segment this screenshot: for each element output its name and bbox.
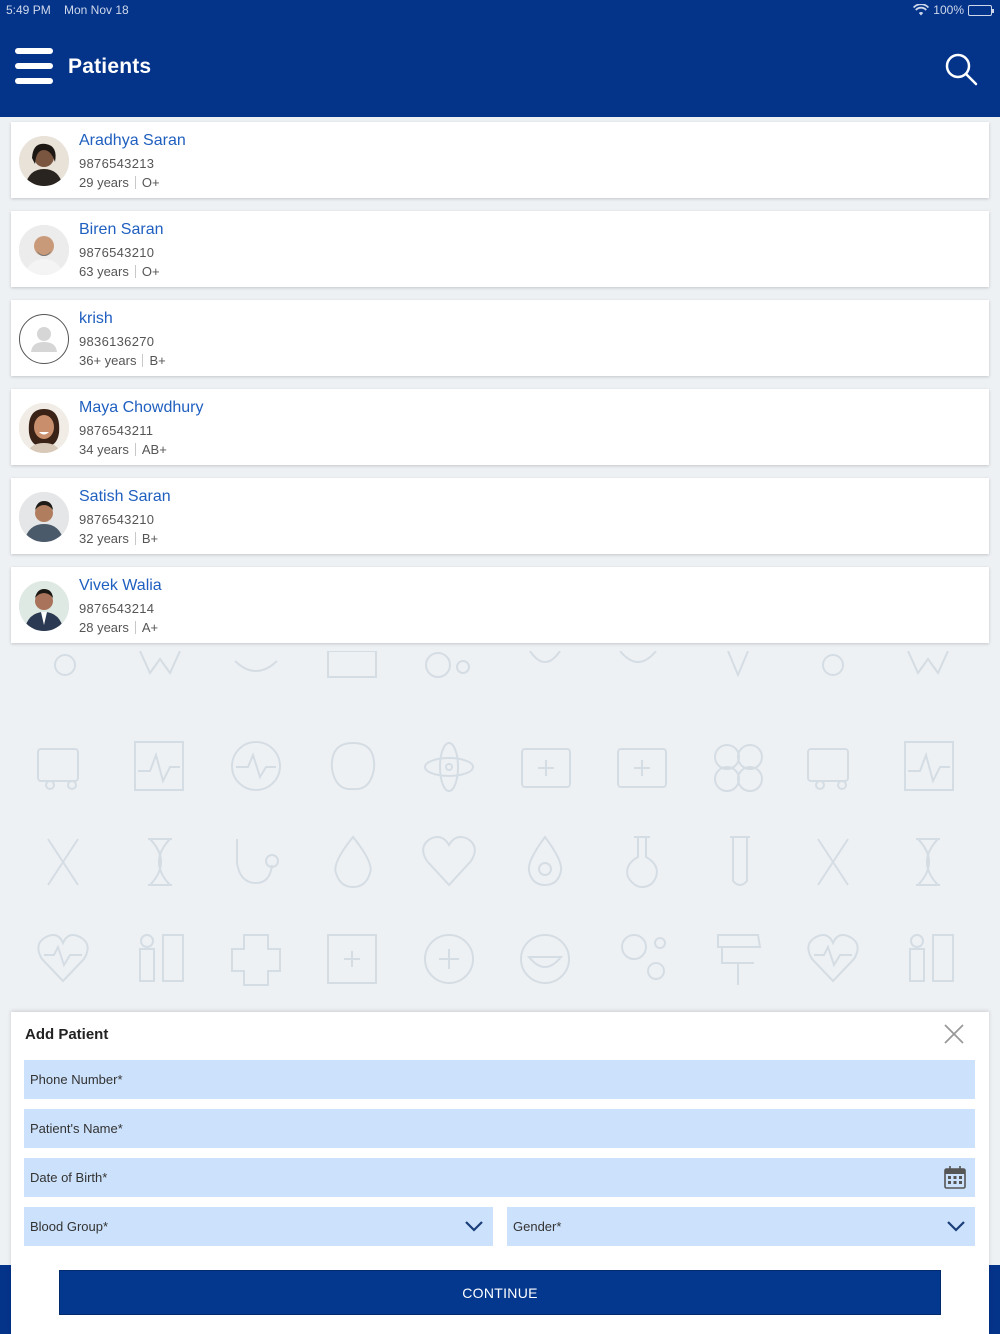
patient-age: 36+ years xyxy=(79,353,137,368)
patient-card[interactable]: Biren Saran 9876543210 63 years O+ xyxy=(11,211,989,287)
patient-age: 63 years xyxy=(79,264,129,279)
hamburger-menu-icon[interactable] xyxy=(15,48,53,86)
status-time: 5:49 PM xyxy=(6,3,51,17)
page-title: Patients xyxy=(68,55,152,78)
app-header: 5:49 PM Mon Nov 18 100% Patients xyxy=(0,0,1000,117)
status-date: Mon Nov 18 xyxy=(64,3,129,17)
patient-card[interactable]: krish 9836136270 36+ years B+ xyxy=(11,300,989,376)
pattern-row xyxy=(37,741,954,792)
patient-name[interactable]: Aradhya Saran xyxy=(79,132,186,150)
patient-blood-group: O+ xyxy=(141,264,160,279)
patient-name-field[interactable]: Patient's Name* xyxy=(24,1109,975,1148)
chevron-down-icon xyxy=(947,1221,965,1232)
patient-name[interactable]: Biren Saran xyxy=(79,221,164,239)
calendar-icon[interactable] xyxy=(943,1165,967,1190)
user-placeholder-icon xyxy=(19,314,69,364)
patient-meta: 28 years A+ xyxy=(79,620,158,635)
sheet-title: Add Patient xyxy=(25,1026,109,1043)
continue-button[interactable]: CONTINUE xyxy=(59,1270,941,1315)
patient-blood-group: O+ xyxy=(141,175,160,190)
patient-meta: 29 years O+ xyxy=(79,175,160,190)
patient-blood-group: B+ xyxy=(149,353,166,368)
patient-phone: 9876543210 xyxy=(79,512,155,527)
patient-card[interactable]: Aradhya Saran 9876543213 29 years O+ xyxy=(11,122,989,198)
patient-blood-group: B+ xyxy=(141,531,159,546)
avatar xyxy=(19,581,69,631)
patient-meta: 34 years AB+ xyxy=(79,442,167,457)
chevron-down-icon xyxy=(465,1221,483,1232)
medical-pattern-background xyxy=(37,651,954,986)
patient-phone: 9876543213 xyxy=(79,156,155,171)
patient-name-label: Patient's Name* xyxy=(30,1121,123,1136)
patient-phone: 9876543210 xyxy=(79,245,155,260)
patient-age: 34 years xyxy=(79,442,129,457)
status-bar: 5:49 PM Mon Nov 18 100% xyxy=(0,0,1000,20)
patient-name[interactable]: Satish Saran xyxy=(79,488,171,506)
patient-meta: 32 years B+ xyxy=(79,531,158,546)
phone-number-field[interactable]: Phone Number* xyxy=(24,1060,975,1099)
battery-icon xyxy=(968,4,994,16)
patient-name[interactable]: krish xyxy=(79,310,113,328)
phone-number-label: Phone Number* xyxy=(30,1072,123,1087)
patient-card[interactable]: Vivek Walia 9876543214 28 years A+ xyxy=(11,567,989,643)
blood-group-dropdown[interactable]: Blood Group* xyxy=(24,1207,493,1246)
patient-name[interactable]: Vivek Walia xyxy=(79,577,162,595)
patient-meta: 63 years O+ xyxy=(79,264,160,279)
avatar xyxy=(19,403,69,453)
add-patient-sheet: Add Patient Phone Number* Patient's Name… xyxy=(11,1012,989,1334)
patient-age: 29 years xyxy=(79,175,129,190)
gender-dropdown[interactable]: Gender* xyxy=(507,1207,975,1246)
date-of-birth-label: Date of Birth* xyxy=(30,1170,108,1185)
patient-age: 32 years xyxy=(79,531,129,546)
avatar xyxy=(19,225,69,275)
patient-blood-group: AB+ xyxy=(141,442,167,457)
avatar xyxy=(19,492,69,542)
patient-list: Aradhya Saran 9876543213 29 years O+ Bire… xyxy=(0,117,1000,651)
patient-age: 28 years xyxy=(79,620,129,635)
patient-phone: 9836136270 xyxy=(79,334,155,349)
patient-blood-group: A+ xyxy=(141,620,159,635)
status-indicators: 100% xyxy=(913,3,994,17)
pattern-row xyxy=(37,934,954,986)
date-of-birth-field[interactable]: Date of Birth* xyxy=(24,1158,975,1197)
patient-phone: 9876543211 xyxy=(79,423,154,438)
battery-percent: 100% xyxy=(933,3,964,17)
patient-card[interactable]: Maya Chowdhury 9876543211 34 years AB+ xyxy=(11,389,989,465)
avatar xyxy=(19,136,69,186)
patient-meta: 36+ years B+ xyxy=(79,353,166,368)
blood-group-label: Blood Group* xyxy=(30,1219,109,1234)
search-icon[interactable] xyxy=(944,52,978,86)
close-icon[interactable] xyxy=(942,1022,966,1046)
patient-name[interactable]: Maya Chowdhury xyxy=(79,399,204,417)
wifi-icon xyxy=(913,4,930,16)
pattern-row xyxy=(54,651,949,678)
patient-card[interactable]: Satish Saran 9876543210 32 years B+ xyxy=(11,478,989,554)
gender-label: Gender* xyxy=(513,1219,562,1234)
pattern-row xyxy=(47,835,940,889)
patient-phone: 9876543214 xyxy=(79,601,155,616)
